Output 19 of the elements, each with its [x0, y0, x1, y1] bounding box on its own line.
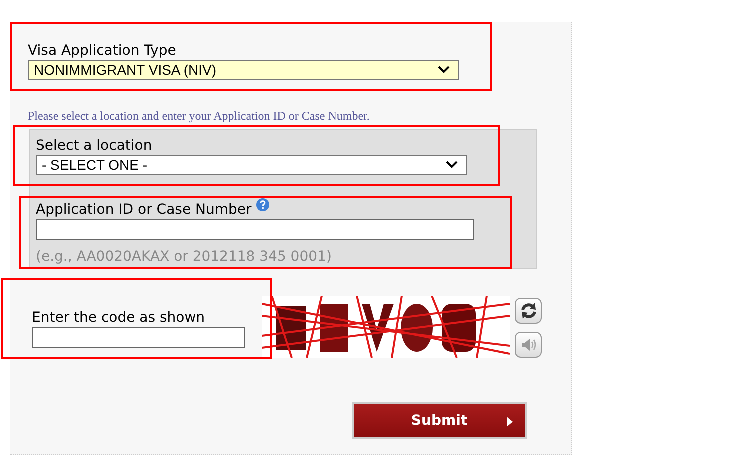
refresh-icon: [520, 302, 538, 320]
refresh-button[interactable]: [515, 298, 542, 324]
audio-button[interactable]: [515, 332, 542, 358]
hint-text: (e.g., AA0020AKAX or 2012118 345 0001): [36, 249, 333, 266]
location-dropdown[interactable]: - SELECT ONE -: [36, 155, 467, 175]
field-label: Visa Application Type: [28, 43, 178, 60]
instruction-text: Please select a location and enter your Application ID or Case Number.: [28, 109, 371, 123]
chevron-down-icon: [438, 66, 450, 74]
submit-button[interactable]: Submit: [352, 402, 527, 439]
field-label: Select a location: [36, 138, 154, 155]
field-label: Enter the code as shown: [32, 310, 206, 327]
visa-type-dropdown[interactable]: NONIMMIGRANT VISA (NIV): [28, 60, 459, 80]
field-label: Application ID or Case Number: [36, 202, 252, 219]
help-icon[interactable]: [256, 198, 270, 212]
captcha-field[interactable]: [32, 327, 245, 348]
arrow-right-icon: [507, 417, 513, 427]
application-id-field[interactable]: [36, 219, 474, 240]
speaker-icon: [520, 336, 538, 354]
chevron-down-icon: [446, 161, 458, 169]
